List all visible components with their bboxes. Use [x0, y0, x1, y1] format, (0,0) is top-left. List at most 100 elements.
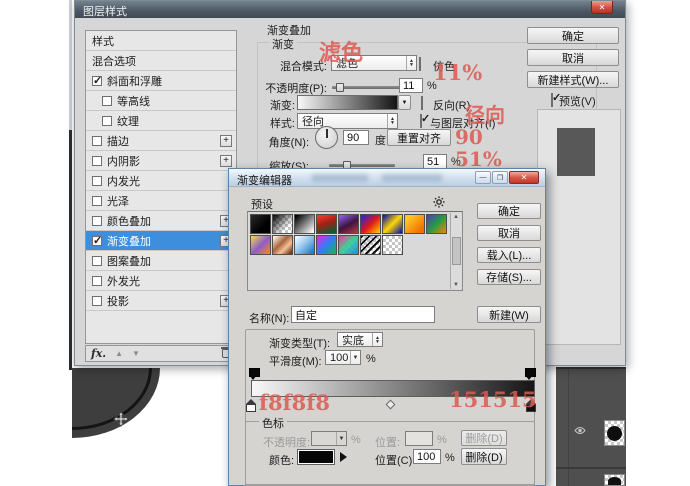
sidebar-item-satin[interactable]: 光泽	[86, 191, 236, 211]
stop-opacity-percent: %	[351, 434, 361, 446]
smoothness-label: 平滑度(M):	[269, 353, 322, 369]
layer-style-titlebar[interactable]: 图层样式	[75, 1, 625, 18]
gradient-preview[interactable]	[297, 95, 398, 110]
stop-position-input-disabled	[405, 431, 433, 446]
gradient-preset-swatch[interactable]	[338, 214, 359, 234]
plus-icon[interactable]: +	[220, 155, 232, 167]
scale-slider[interactable]	[329, 164, 395, 167]
eye-icon[interactable]	[574, 426, 586, 438]
opacity-input[interactable]	[399, 78, 423, 93]
scrollbar-thumb[interactable]	[452, 237, 461, 265]
color-swatch[interactable]	[297, 449, 335, 465]
sidebar-item-pattern-overlay[interactable]: 图案叠加	[86, 251, 236, 271]
ok-button[interactable]: 确定	[477, 203, 541, 219]
layer-thumbnail-partial[interactable]	[604, 474, 625, 486]
gradient-picker-arrow-icon[interactable]: ▼	[398, 95, 411, 110]
gear-icon[interactable]	[433, 196, 445, 211]
close-icon[interactable]: ✕	[509, 171, 539, 184]
gradient-preset-swatch[interactable]	[338, 235, 359, 255]
gradient-preset-swatch[interactable]	[360, 214, 381, 234]
close-icon[interactable]: ✕	[591, 1, 613, 14]
gradient-preset-swatch[interactable]	[272, 214, 293, 234]
gradient-preset-swatch[interactable]	[404, 214, 425, 234]
color-picker-arrow-icon[interactable]	[340, 452, 347, 462]
sidebar-item-contour[interactable]: 等高线	[86, 91, 236, 111]
sidebar-item-drop-shadow[interactable]: 投影+	[86, 291, 236, 311]
sidebar-item-texture[interactable]: 纹理	[86, 111, 236, 131]
gradient-preset-swatch[interactable]	[382, 235, 403, 255]
sidebar-item-blending-options[interactable]: 混合选项	[86, 51, 236, 71]
checkbox-icon[interactable]	[92, 216, 102, 226]
gradient-preset-swatch[interactable]	[272, 235, 293, 255]
gradient-preset-swatch[interactable]	[382, 214, 403, 234]
ok-button[interactable]: 确定	[527, 27, 619, 44]
spinner-icon[interactable]: ▲▼	[387, 114, 397, 128]
checkbox-icon[interactable]	[102, 116, 112, 126]
checkbox-icon[interactable]	[92, 176, 102, 186]
color-position-input[interactable]	[413, 449, 441, 464]
gradient-preset-swatch[interactable]	[294, 235, 315, 255]
opacity-stop-left[interactable]	[249, 368, 258, 380]
plus-icon[interactable]: +	[220, 135, 232, 147]
cancel-button[interactable]: 取消	[527, 49, 619, 66]
load-button[interactable]: 载入(L)...	[477, 247, 541, 263]
name-input[interactable]	[291, 306, 435, 323]
move-down-icon[interactable]: ▼	[132, 349, 140, 358]
checkbox-checked-icon[interactable]	[92, 236, 102, 246]
sidebar-item-gradient-overlay[interactable]: 渐变叠加+	[86, 231, 236, 251]
color-stop-left[interactable]	[246, 399, 256, 412]
new-button[interactable]: 新建(W)	[477, 306, 541, 323]
sidebar-item-outer-glow[interactable]: 外发光	[86, 271, 236, 291]
layer-thumbnail[interactable]	[604, 420, 625, 446]
checkbox-icon[interactable]	[92, 256, 102, 266]
spinner-icon[interactable]: ▲▼	[372, 333, 382, 346]
sidebar-item-bevel-emboss[interactable]: 斜面和浮雕	[86, 71, 236, 91]
smoothness-select[interactable]: 100 ▼	[325, 350, 361, 365]
gradient-preset-swatch[interactable]	[316, 235, 337, 255]
gradient-preset-swatch[interactable]	[250, 235, 271, 255]
gradient-preset-swatch[interactable]	[316, 214, 337, 234]
gradient-type-select[interactable]: 实底 ▲▼	[337, 332, 383, 347]
angle-dial[interactable]	[315, 126, 338, 149]
scroll-up-icon[interactable]: ▲	[453, 214, 459, 220]
presets-scrollbar[interactable]: ▲ ▼	[450, 213, 461, 289]
gradient-preset-swatch[interactable]	[426, 214, 447, 234]
align-with-layer-checkbox[interactable]	[420, 114, 422, 128]
angle-input[interactable]	[343, 130, 369, 145]
checkbox-icon[interactable]	[92, 156, 102, 166]
checkbox-icon[interactable]	[92, 276, 102, 286]
move-up-icon[interactable]: ▲	[115, 349, 123, 358]
checkbox-icon[interactable]	[92, 136, 102, 146]
restore-icon[interactable]: ❐	[492, 171, 508, 184]
scale-input[interactable]	[423, 154, 447, 169]
checkbox-icon[interactable]	[92, 296, 102, 306]
reset-align-button[interactable]: 重置对齐	[387, 129, 451, 146]
dither-checkbox[interactable]	[419, 57, 421, 71]
gradient-preset-swatch[interactable]	[250, 214, 271, 234]
reverse-checkbox[interactable]	[421, 96, 423, 110]
scroll-down-icon[interactable]: ▼	[453, 282, 459, 288]
save-button[interactable]: 存储(S)...	[477, 269, 541, 285]
gradient-preset-swatch[interactable]	[294, 214, 315, 234]
checkbox-checked-icon[interactable]	[92, 76, 102, 86]
minimize-icon[interactable]: —	[475, 171, 491, 184]
spinner-icon[interactable]: ▲▼	[406, 56, 416, 70]
style-select[interactable]: 径向 ▲▼	[297, 113, 398, 129]
checkbox-icon[interactable]	[92, 196, 102, 206]
new-style-button[interactable]: 新建样式(W)...	[527, 71, 619, 88]
sidebar-item-color-overlay[interactable]: 颜色叠加+	[86, 211, 236, 231]
sidebar-item-styles[interactable]: 样式	[86, 31, 236, 51]
opacity-slider-thumb[interactable]	[336, 83, 344, 92]
sidebar-item-inner-shadow[interactable]: 内阴影+	[86, 151, 236, 171]
dropdown-icon[interactable]: ▼	[350, 351, 360, 364]
sidebar-item-inner-glow[interactable]: 内发光	[86, 171, 236, 191]
gradient-preset-swatch[interactable]	[360, 235, 381, 255]
sidebar-item-stroke[interactable]: 描边+	[86, 131, 236, 151]
delete-button[interactable]: 删除(D)	[461, 448, 507, 465]
fx-icon[interactable]: fx.	[91, 347, 106, 360]
opacity-stop-right[interactable]	[525, 368, 534, 380]
cancel-button[interactable]: 取消	[477, 225, 541, 241]
checkbox-icon[interactable]	[102, 96, 112, 106]
preview-checkbox[interactable]	[551, 93, 553, 107]
layers-panel-row-divider	[556, 467, 626, 469]
